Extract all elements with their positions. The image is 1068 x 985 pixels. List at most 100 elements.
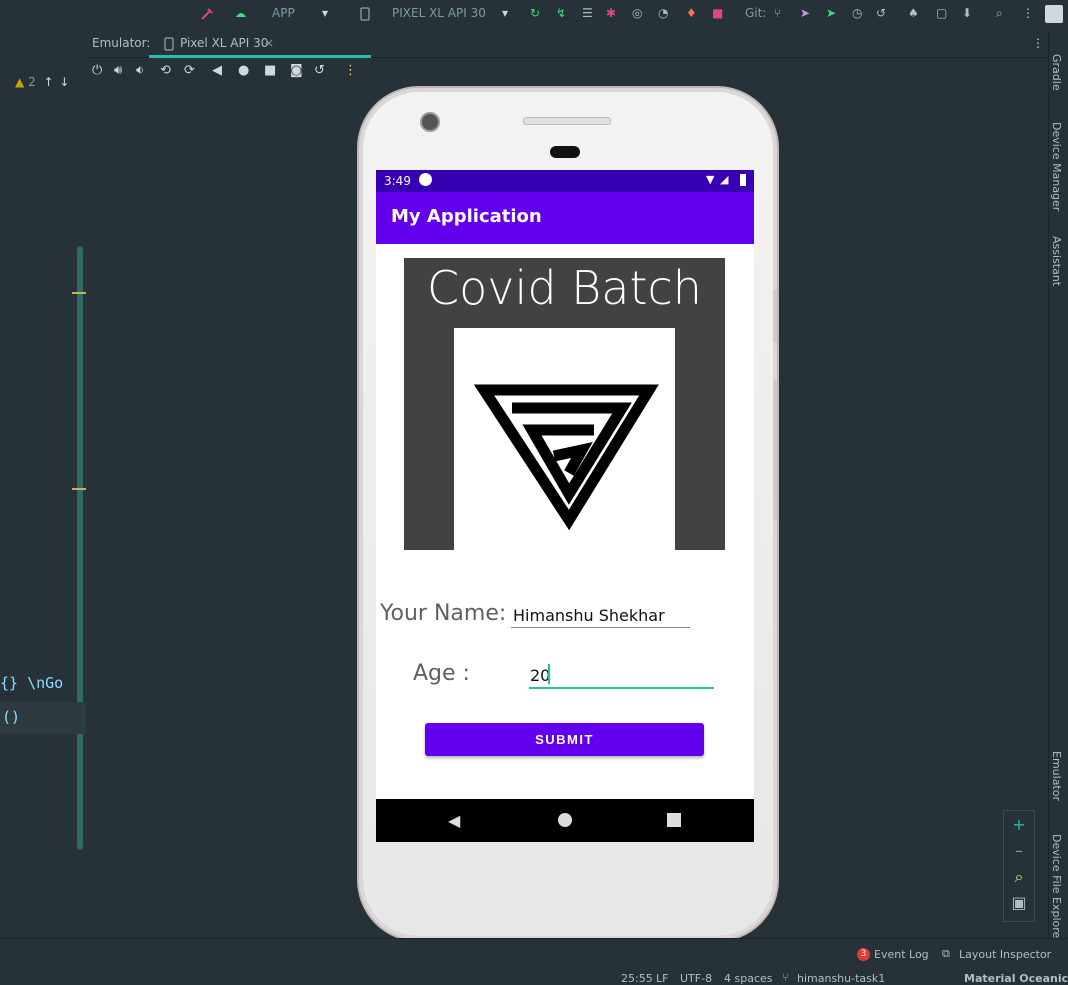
history-icon[interactable]: ◷: [852, 6, 862, 20]
search-icon[interactable]: ⌕: [996, 6, 1003, 21]
avd-manager-icon[interactable]: ♠: [908, 6, 919, 20]
nav-home-icon[interactable]: [558, 813, 572, 827]
warning-indicator[interactable]: ▲ 2 ↑ ↓: [15, 75, 69, 89]
run-config-dropdown[interactable]: APP: [272, 6, 295, 20]
more-vert-icon[interactable]: ⋮: [1022, 6, 1034, 20]
arrow-down-icon[interactable]: ↓: [59, 75, 69, 89]
power-side-button: [773, 290, 777, 342]
theme-indicator[interactable]: Material Oceanic: [964, 972, 1068, 985]
nav-back-icon[interactable]: ◀: [448, 811, 460, 830]
cursor-position[interactable]: 25:55: [621, 972, 653, 985]
sdk-manager-icon[interactable]: ⬇: [962, 6, 972, 20]
build-hammer-icon[interactable]: [200, 7, 214, 21]
emulator-tool-tab[interactable]: Emulator: [1050, 751, 1063, 801]
device-phone-icon: [164, 37, 174, 51]
volume-up-icon[interactable]: 🔊︎: [114, 63, 122, 78]
device-file-explorer-tool-tab[interactable]: Device File Explorer: [1050, 834, 1063, 943]
warning-marker[interactable]: [72, 292, 86, 294]
warning-marker[interactable]: [72, 488, 86, 490]
git-update-icon[interactable]: ⑂: [774, 6, 781, 20]
debug-bug-icon[interactable]: ✱: [606, 6, 616, 20]
indent-setting[interactable]: 4 spaces: [724, 972, 773, 985]
app-bar: My Application: [376, 192, 754, 244]
device-dropdown[interactable]: PIXEL XL API 30: [392, 6, 486, 20]
submit-button[interactable]: SUBMIT: [425, 723, 704, 756]
android-icon: [236, 13, 246, 17]
actual-size-icon[interactable]: ▣: [1004, 893, 1034, 912]
main-toolbar: APP ▾ PIXEL XL API 30 ▾ ↻ ↯ ☰ ✱ ◎ ◔ ♦ ■ …: [0, 0, 1068, 30]
power-icon[interactable]: ⏻: [92, 63, 102, 78]
earpiece-speaker: [523, 117, 611, 125]
gradle-tool-tab[interactable]: Gradle: [1050, 54, 1063, 91]
git-branch[interactable]: himanshu-task1: [797, 972, 885, 985]
close-icon[interactable]: ×: [264, 36, 274, 50]
git-label: Git:: [745, 6, 767, 20]
device-screen: 3:49 ▼ ◢ My Application Covid Batch Your…: [376, 170, 754, 842]
tab-pixel-xl-api-30[interactable]: Pixel XL API 30 ×: [149, 30, 369, 57]
editor-scrollbar[interactable]: [77, 246, 83, 850]
nav-overview-icon[interactable]: [667, 813, 681, 827]
camera-screenshot-icon[interactable]: ◙: [290, 63, 303, 78]
device-manager-tool-tab[interactable]: Device Manager: [1050, 122, 1063, 211]
status-bar: 3 Event Log ⧉ Layout Inspector 25:55 LF …: [0, 938, 1068, 985]
snapshot-icon[interactable]: ↺: [314, 63, 325, 78]
android-bug-icon[interactable]: ♦: [686, 6, 697, 20]
warning-icon: ▲: [15, 75, 25, 89]
app-title: My Application: [391, 206, 542, 227]
chevron-down-icon[interactable]: ▾: [322, 6, 328, 20]
card-title: Covid Batch: [427, 261, 702, 315]
volume-down-icon[interactable]: 🔉︎: [136, 63, 144, 78]
more-vert-icon[interactable]: ⋮: [1032, 36, 1044, 50]
name-label: Your Name:: [380, 601, 507, 626]
banner-card: Covid Batch: [404, 258, 725, 550]
zoom-fit-icon[interactable]: ⌕: [1004, 867, 1034, 887]
rollback-icon[interactable]: ↺: [876, 6, 886, 20]
back-icon[interactable]: ◀: [212, 63, 222, 78]
rotate-right-icon[interactable]: ⟳: [184, 63, 195, 78]
wifi-icon: ▼: [706, 173, 715, 186]
list-icon[interactable]: ☰: [582, 6, 593, 20]
editor-gutter: [0, 30, 86, 938]
layout-inspector-button[interactable]: Layout Inspector: [959, 948, 1051, 961]
name-input-underline: [511, 627, 690, 628]
triangle-logo-icon: [473, 384, 659, 531]
git-branch-icon: ⑂: [782, 971, 789, 984]
text-cursor: [548, 664, 550, 684]
android-status-bar: 3:49 ▼ ◢: [376, 170, 754, 192]
android-nav-bar: ◀: [376, 799, 754, 842]
rotate-left-icon[interactable]: ⟲: [160, 63, 171, 78]
apply-changes-icon[interactable]: ↯: [556, 6, 566, 20]
file-encoding[interactable]: UTF-8: [680, 972, 712, 985]
zoom-out-icon[interactable]: –: [1004, 841, 1034, 860]
zoom-in-icon[interactable]: +: [1004, 815, 1034, 834]
more-vert-icon[interactable]: ⋮: [344, 63, 357, 78]
assistant-tool-tab[interactable]: Assistant: [1050, 236, 1063, 286]
layout-inspector-icon: ⧉: [942, 947, 950, 960]
chevron-down-icon[interactable]: ▾: [502, 6, 508, 20]
zoom-controls: + – ⌕ ▣: [1003, 810, 1035, 922]
device-manager-icon[interactable]: ▢: [936, 6, 947, 20]
signal-icon: ◢: [720, 173, 729, 186]
notification-icon: [419, 173, 432, 186]
code-line[interactable]: (): [2, 708, 20, 726]
attach-icon[interactable]: ◎: [632, 6, 642, 20]
arrow-up-icon[interactable]: ↑: [44, 75, 54, 89]
git-commit-icon[interactable]: ➤: [826, 6, 836, 20]
age-label: Age :: [413, 661, 470, 686]
avatar[interactable]: [1045, 5, 1063, 23]
event-log-badge: 3: [857, 948, 870, 961]
home-icon[interactable]: ●: [238, 63, 249, 78]
code-line[interactable]: {} \nGo: [0, 674, 63, 692]
logo-image: [454, 328, 675, 550]
stop-icon[interactable]: ■: [712, 6, 723, 20]
line-separator[interactable]: LF: [656, 972, 668, 985]
event-log-button[interactable]: Event Log: [874, 948, 929, 961]
emulator-tab-bar: Emulator: Pixel XL API 30 × ⋮: [86, 30, 1066, 58]
battery-icon: [740, 174, 746, 186]
name-input[interactable]: Himanshu Shekhar: [513, 606, 665, 625]
git-push-icon[interactable]: ➤: [800, 6, 810, 20]
refresh-icon[interactable]: ↻: [530, 6, 540, 20]
profiler-icon[interactable]: ◔: [658, 6, 668, 20]
volume-side-button: [773, 380, 777, 520]
overview-icon[interactable]: ■: [264, 63, 276, 78]
